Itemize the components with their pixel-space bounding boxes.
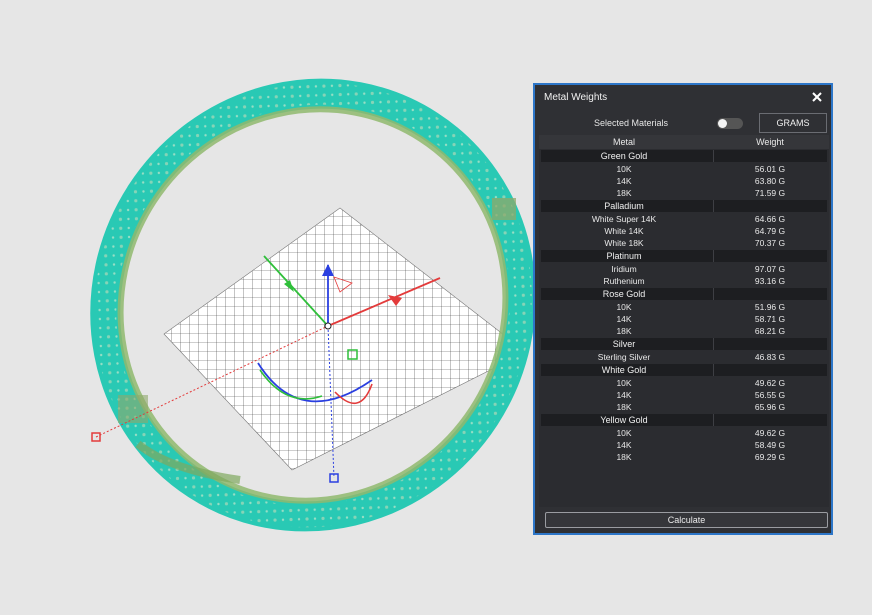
group-divider [713,250,714,262]
group-divider [713,338,714,350]
table-row: 18K 65.96 G [539,401,829,413]
group-row: Silver [539,337,829,351]
table-row: 14K 63.80 G [539,175,829,187]
group-name: Green Gold [600,151,648,161]
column-weight: Weight [756,137,784,147]
metal-name: 14K [616,314,632,324]
table-row: 18K 68.21 G [539,325,829,337]
metal-name: 10K [616,428,632,438]
column-metal: Metal [612,137,635,147]
table-row: Sterling Silver 46.83 G [539,351,829,363]
group-name: Platinum [606,251,642,261]
group-divider [713,150,714,162]
metal-weight: 51.96 G [754,302,786,312]
metal-name: 10K [616,164,632,174]
group-divider [713,288,714,300]
table-row: 18K 69.29 G [539,451,829,463]
table-row: White Super 14K 64.66 G [539,213,829,225]
table-row: 10K 49.62 G [539,427,829,439]
group-row: Rose Gold [539,287,829,301]
table-body: Green Gold 10K 56.01 G 14K 63.80 G 18K 71.59 G… [539,149,829,463]
metal-weight: 49.62 G [754,428,786,438]
group-row: Palladium [539,199,829,213]
metal-name: Sterling Silver [597,352,651,362]
calculate-button[interactable]: Calculate [545,512,828,528]
metal-name: 10K [616,302,632,312]
metal-name: 10K [616,378,632,388]
group-name: Rose Gold [602,289,646,299]
group-name: Yellow Gold [600,415,648,425]
group-name: Palladium [604,201,644,211]
metal-name: White Super 14K [591,214,657,224]
table-row: Iridium 97.07 G [539,263,829,275]
metal-weight: 58.71 G [754,314,786,324]
units-button[interactable]: GRAMS [759,113,827,133]
metal-weight: 63.80 G [754,176,786,186]
group-divider [713,200,714,212]
table-row: 14K 58.71 G [539,313,829,325]
table-row: 18K 71.59 G [539,187,829,199]
metal-name: White 18K [604,238,644,248]
metal-weight: 69.29 G [754,452,786,462]
metal-weight: 64.79 G [754,226,786,236]
group-divider [713,364,714,376]
metal-weight: 71.59 G [754,188,786,198]
metal-name: 18K [616,402,632,412]
table-row: 10K 49.62 G [539,377,829,389]
metal-weight: 46.83 G [754,352,786,362]
panel-header: Metal Weights [535,85,831,111]
metal-weight: 65.96 G [754,402,786,412]
group-row: White Gold [539,363,829,377]
metal-weight: 56.01 G [754,164,786,174]
metal-name: 14K [616,176,632,186]
metal-weight: 49.62 G [754,378,786,388]
metal-name: Ruthenium [603,276,645,286]
metal-weight: 56.55 G [754,390,786,400]
group-divider [713,414,714,426]
metal-name: 18K [616,326,632,336]
metal-weight: 93.16 G [754,276,786,286]
table-header: Metal Weight [539,135,829,149]
metal-name: 18K [616,452,632,462]
group-row: Yellow Gold [539,413,829,427]
table-row: White 18K 70.37 G [539,237,829,249]
group-name: White Gold [601,365,647,375]
group-name: Silver [612,339,636,349]
group-row: Green Gold [539,149,829,163]
selected-materials-label: Selected Materials [594,118,669,128]
metal-weights-panel: Metal Weights Selected Materials GRAMS M… [533,83,833,535]
metal-name: Iridium [611,264,637,274]
metal-weight: 64.66 G [754,214,786,224]
table-row: 10K 56.01 G [539,163,829,175]
metal-weight: 58.49 G [754,440,786,450]
group-row: Platinum [539,249,829,263]
toggle-knob [718,119,727,128]
metal-weight: 97.07 G [754,264,786,274]
table-row: 10K 51.96 G [539,301,829,313]
table-row: 14K 58.49 G [539,439,829,451]
metal-weight: 68.21 G [754,326,786,336]
metal-name: 14K [616,440,632,450]
weights-table: Metal Weight Green Gold 10K 56.01 G 14K 63.8… [539,135,829,507]
metal-weight: 70.37 G [754,238,786,248]
table-row: 14K 56.55 G [539,389,829,401]
table-row: Ruthenium 93.16 G [539,275,829,287]
metal-name: 18K [616,188,632,198]
metal-name: 14K [616,390,632,400]
panel-title: Metal Weights [544,92,608,103]
selected-materials-toggle[interactable] [717,118,743,129]
close-icon[interactable] [808,88,826,106]
table-row: White 14K 64.79 G [539,225,829,237]
metal-name: White 14K [604,226,644,236]
